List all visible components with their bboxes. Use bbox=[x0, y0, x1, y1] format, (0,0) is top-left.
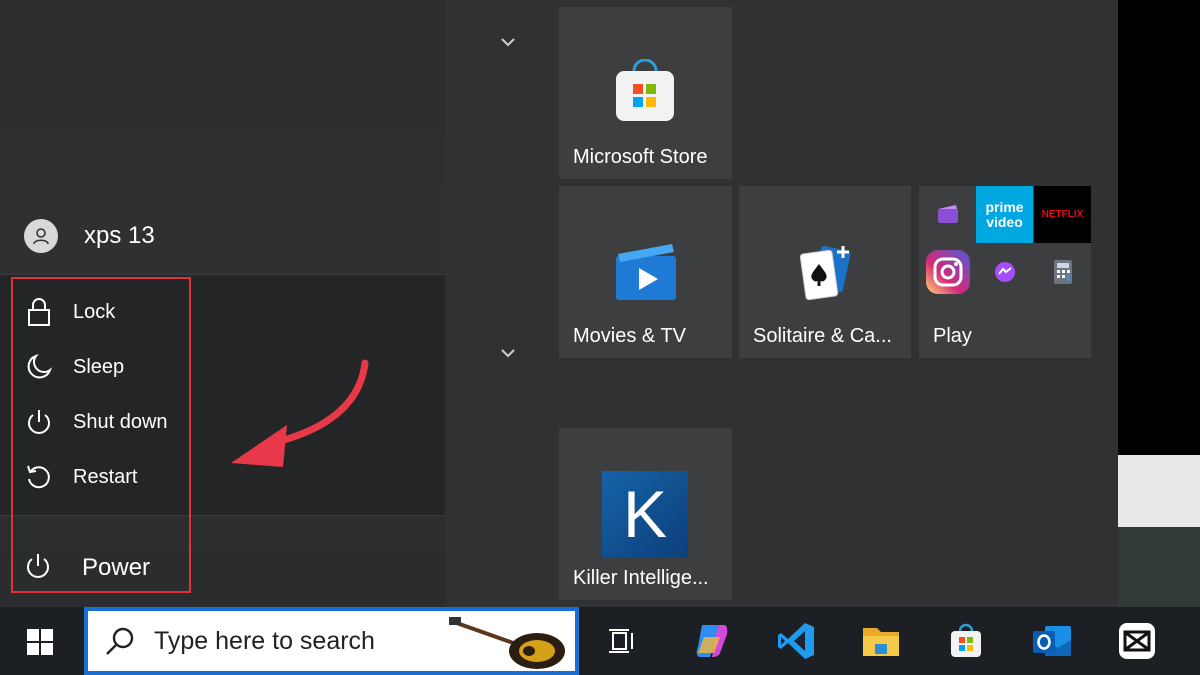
microsoft-store-button[interactable] bbox=[942, 619, 990, 663]
chevron-down-icon[interactable] bbox=[497, 34, 519, 50]
sleep-label: Sleep bbox=[73, 355, 125, 378]
netflix-text: NETFLIX bbox=[1041, 209, 1084, 220]
start-menu-tiles: Microsoft Store Movies & TV Solitaire & … bbox=[445, 0, 1118, 607]
search-input[interactable]: Type here to search bbox=[84, 607, 579, 675]
calculator-icon bbox=[1034, 243, 1091, 300]
start-button[interactable] bbox=[14, 617, 66, 667]
file-explorer-button[interactable] bbox=[857, 619, 905, 663]
search-placeholder: Type here to search bbox=[154, 626, 375, 655]
capcut-icon bbox=[1119, 623, 1155, 659]
netflix-icon: NETFLIX bbox=[1034, 186, 1091, 243]
killer-letter: K bbox=[622, 477, 668, 551]
tile-label: Microsoft Store bbox=[573, 146, 708, 168]
prime-video-icon: prime video bbox=[976, 186, 1033, 243]
task-view-button[interactable] bbox=[598, 619, 646, 663]
start-menu-left-pane: xps 13 Lock Sleep Shut down Restart Powe… bbox=[0, 0, 445, 607]
power-icon bbox=[24, 552, 52, 585]
prime-video-text: prime video bbox=[985, 198, 1024, 230]
tile-microsoft-store[interactable]: Microsoft Store bbox=[559, 7, 732, 179]
movies-tv-icon bbox=[616, 244, 676, 300]
power-button[interactable]: Power bbox=[24, 546, 324, 590]
windows-logo-icon bbox=[27, 629, 53, 655]
tile-label: Solitaire & Ca... bbox=[753, 325, 892, 347]
microsoft-store-icon bbox=[616, 59, 674, 121]
search-icon bbox=[104, 625, 136, 657]
desktop-background bbox=[1118, 455, 1200, 527]
desktop-background bbox=[1118, 527, 1200, 607]
capcut-button[interactable] bbox=[1113, 619, 1161, 663]
copilot-icon bbox=[696, 625, 728, 657]
restart-label: Restart bbox=[73, 465, 138, 488]
chevron-down-icon[interactable] bbox=[497, 345, 519, 361]
tile-killer-intelligence[interactable]: K Killer Intellige... bbox=[559, 428, 732, 600]
guitar-icon bbox=[449, 617, 565, 669]
taskbar: Type here to search bbox=[0, 607, 1200, 675]
annotation-arrow bbox=[231, 359, 369, 467]
user-avatar-icon bbox=[24, 219, 58, 253]
lock-label: Lock bbox=[73, 300, 116, 323]
tile-label: Movies & TV bbox=[573, 325, 686, 347]
shut-down-label: Shut down bbox=[73, 410, 168, 433]
power-options-flyout: Lock Sleep Shut down Restart bbox=[0, 274, 445, 516]
desktop-background bbox=[1118, 0, 1200, 455]
tile-play-folder[interactable]: prime video NETFLIX Play bbox=[919, 186, 1091, 358]
user-name: xps 13 bbox=[84, 222, 155, 249]
microsoft-store-icon bbox=[951, 623, 981, 657]
outlook-button[interactable] bbox=[1028, 619, 1076, 663]
folder-icon bbox=[863, 628, 899, 656]
lock-option[interactable]: Lock bbox=[24, 292, 404, 332]
copilot-button[interactable] bbox=[686, 619, 734, 663]
killer-intelligence-icon: K bbox=[602, 471, 688, 557]
tile-movies-tv[interactable]: Movies & TV bbox=[559, 186, 732, 358]
task-view-icon bbox=[609, 629, 633, 653]
user-account-button[interactable]: xps 13 bbox=[24, 216, 424, 256]
restart-icon bbox=[24, 462, 54, 492]
vscode-button[interactable] bbox=[772, 619, 820, 663]
messenger-icon bbox=[976, 243, 1033, 300]
moon-icon bbox=[24, 352, 54, 382]
tile-label: Play bbox=[933, 325, 972, 347]
power-label: Power bbox=[82, 554, 151, 581]
tile-label: Killer Intellige... bbox=[573, 567, 709, 589]
power-icon bbox=[24, 407, 54, 437]
lock-icon bbox=[24, 297, 54, 327]
outlook-icon bbox=[1033, 626, 1071, 656]
clipchamp-icon bbox=[919, 186, 976, 243]
tile-solitaire[interactable]: Solitaire & Ca... bbox=[739, 186, 911, 358]
instagram-icon bbox=[919, 243, 976, 300]
vscode-icon bbox=[778, 623, 814, 659]
solitaire-icon bbox=[799, 245, 851, 301]
